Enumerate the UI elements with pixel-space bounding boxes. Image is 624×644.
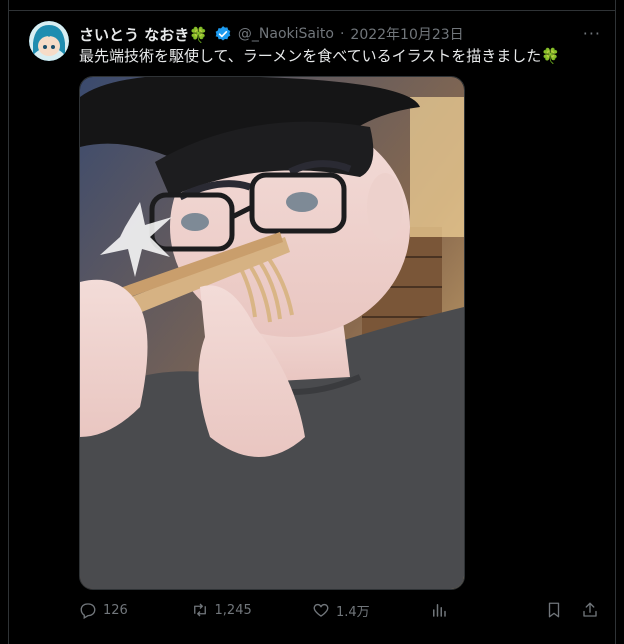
verified-badge-icon [214,25,232,43]
views-icon [430,601,448,619]
views-button[interactable] [430,601,546,619]
like-icon [312,601,330,619]
separator: · [339,26,345,42]
bookmark-icon [545,601,563,619]
bookmark-button[interactable] [545,601,563,619]
avatar[interactable] [29,21,69,61]
illustration-ramen-eating [80,77,464,589]
reply-count: 126 [103,602,128,618]
reply-icon [79,601,97,619]
retweet-button[interactable]: 1,245 [191,601,312,619]
author-handle[interactable]: @_NaokiSaito [238,26,334,42]
reply-button[interactable]: 126 [79,601,191,619]
tweet-text: 最先端技術を駆使して、ラーメンを食べているイラストを描きました🍀 [79,47,560,65]
retweet-icon [191,601,209,619]
share-icon [581,601,599,619]
more-icon[interactable]: ··· [583,24,601,43]
tweet-card[interactable]: さいとう なおき🍀 @_NaokiSaito · 2022年10月23日 ···… [8,0,616,644]
like-button[interactable]: 1.4万 [312,601,430,620]
share-button[interactable] [581,601,599,619]
tweet-header: さいとう なおき🍀 @_NaokiSaito · 2022年10月23日 [79,24,565,44]
tweet-actions: 126 1,245 1.4万 [79,598,599,622]
tweet-date[interactable]: 2022年10月23日 [350,24,463,44]
tweet-image[interactable] [79,76,465,590]
divider [9,10,615,11]
right-actions [545,601,599,619]
retweet-count: 1,245 [214,602,252,618]
author-name[interactable]: さいとう なおき🍀 [79,24,208,45]
like-count: 1.4万 [336,604,370,620]
